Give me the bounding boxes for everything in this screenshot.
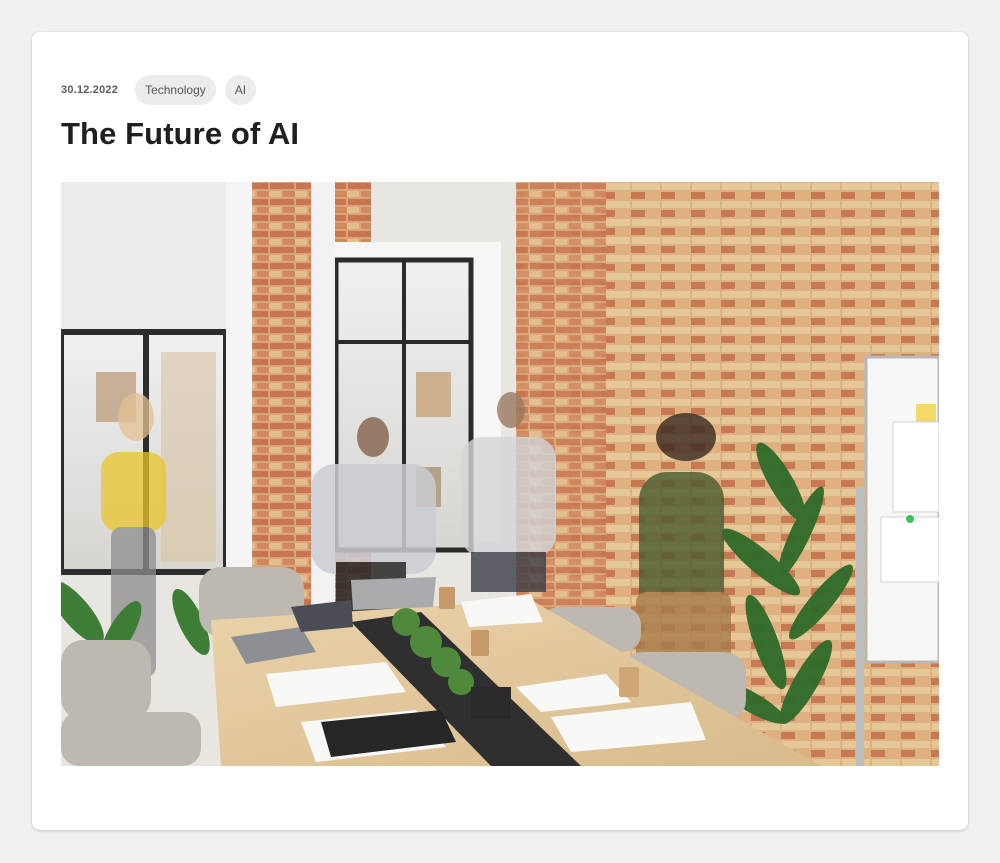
post-title[interactable]: The Future of AI — [61, 116, 299, 152]
post-meta: 30.12.2022 Technology AI — [61, 74, 257, 106]
article-card[interactable]: 30.12.2022 Technology AI The Future of A… — [32, 32, 968, 830]
post-date: 30.12.2022 — [61, 84, 119, 96]
tag-ai[interactable]: AI — [224, 75, 257, 105]
office-photo-illustration — [61, 182, 939, 766]
article-image[interactable] — [61, 182, 939, 766]
tag-technology[interactable]: Technology — [135, 75, 216, 105]
